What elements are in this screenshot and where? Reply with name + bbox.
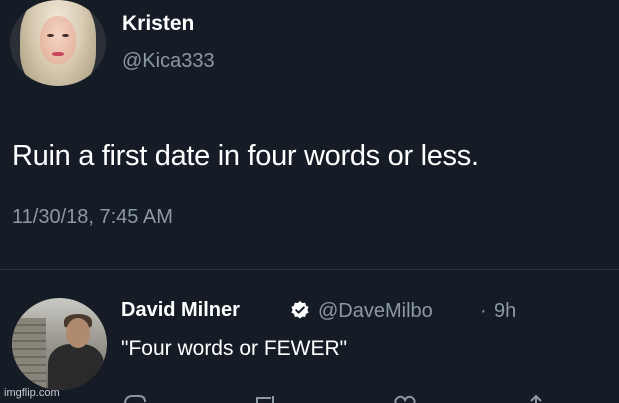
imgflip-watermark: imgflip.com [4, 387, 60, 399]
tweet-screenshot: Kristen @Kica333 Ruin a first date in fo… [0, 0, 619, 403]
reply-icon[interactable] [121, 394, 161, 403]
tweet-text: Ruin a first date in four words or less. [12, 140, 479, 172]
reply-actions [121, 394, 601, 403]
reply-author-handle[interactable]: @DaveMilbo [318, 300, 433, 323]
tweet-divider [0, 269, 619, 270]
reply-age[interactable]: 9h [494, 300, 516, 323]
retweet-icon[interactable] [251, 394, 291, 403]
tweet-author-name[interactable]: Kristen [122, 12, 194, 36]
share-icon[interactable] [521, 394, 551, 403]
reply-text: "Four words or FEWER" [121, 337, 348, 360]
verified-badge-icon [291, 301, 309, 319]
david-milner-avatar[interactable] [12, 298, 107, 390]
reply-meta-separator: · [480, 300, 487, 322]
tweet-timestamp[interactable]: 11/30/18, 7:45 AM [12, 206, 173, 229]
like-icon[interactable] [391, 394, 431, 403]
reply-author-name[interactable]: David Milner [121, 299, 240, 322]
kristen-avatar[interactable] [10, 0, 106, 86]
tweet-author-handle[interactable]: @Kica333 [122, 50, 215, 73]
